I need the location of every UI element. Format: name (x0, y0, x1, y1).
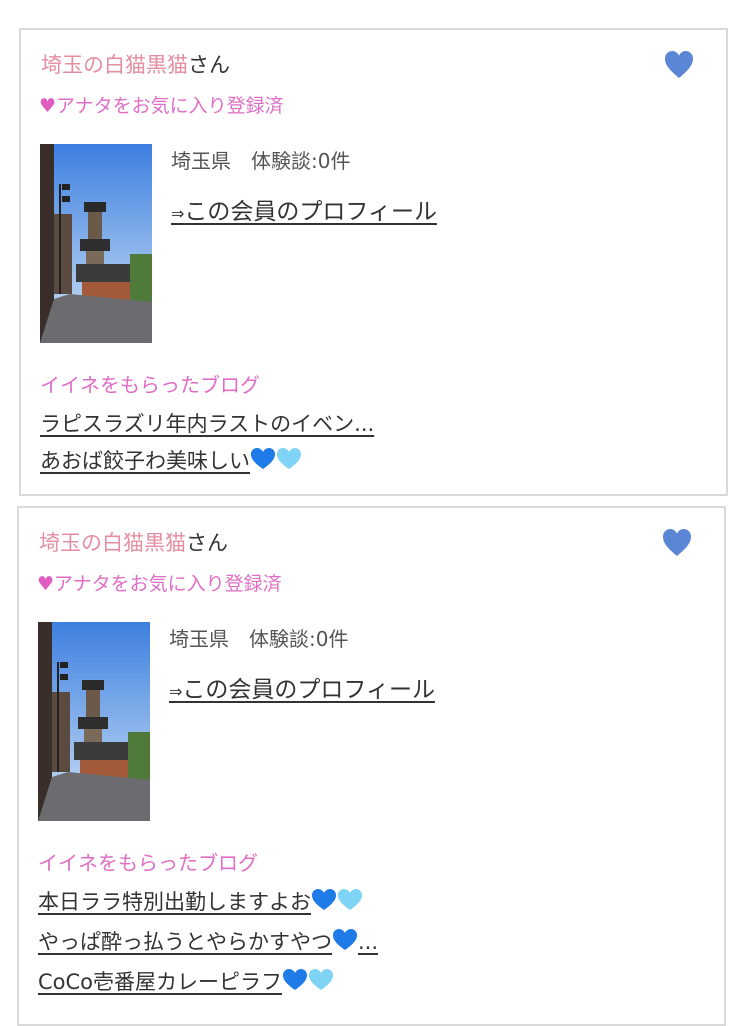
blog-link[interactable]: 本日ララ特別出勤しますよお (38, 884, 378, 924)
blog-title: CoCo壱番屋カレーピラフ (38, 970, 283, 994)
profile-link[interactable]: ⇒この会員のプロフィール (169, 674, 435, 708)
member-info: 埼玉県 体験談:0件 (169, 627, 349, 651)
blog-title: 本日ララ特別出勤しますよお (38, 890, 311, 914)
liked-blogs-heading: イイネをもらったブログ (40, 373, 260, 397)
favorite-status: ♥アナタをお気に入り登録済 (39, 92, 284, 120)
blue-heart-icon (282, 967, 308, 1004)
light-blue-heart-icon (276, 446, 302, 483)
profile-link-label: この会員のプロフィール (182, 677, 435, 703)
member-thumbnail[interactable] (38, 622, 150, 821)
blue-heart-icon (332, 927, 358, 964)
blog-title: やっぱ酔っ払うとやらかすやつ (38, 930, 332, 954)
member-thumbnail[interactable] (40, 144, 152, 343)
favorite-status: ♥アナタをお気に入り登録済 (37, 570, 282, 598)
light-blue-heart-icon (308, 967, 334, 1004)
favorite-status-text: アナタをお気に入り登録済 (54, 573, 282, 595)
blog-link[interactable]: あおば餃子わ美味しい (40, 443, 374, 483)
profile-link[interactable]: ⇒この会員のプロフィール (171, 196, 437, 230)
member-info: 埼玉県 体験談:0件 (171, 149, 351, 173)
blog-link[interactable]: ラピスラズリ年内ラストのイベン... (40, 406, 374, 443)
blog-link[interactable]: CoCo壱番屋カレーピラフ (38, 964, 378, 1004)
favorite-heart-icon[interactable] (664, 48, 694, 84)
member-card: 埼玉の白猫黒猫さん ♥アナタをお気に入り登録済 埼玉県 体験談:0件 ⇒この会員… (19, 28, 728, 496)
favorite-status-text: アナタをお気に入り登録済 (56, 95, 284, 117)
blog-title: ラピスラズリ年内ラストのイベン... (40, 412, 375, 436)
liked-blogs-list: ラピスラズリ年内ラストのイベン... あおば餃子わ美味しい (40, 406, 374, 483)
liked-blogs-heading: イイネをもらったブログ (38, 851, 258, 875)
member-name-link[interactable]: 埼玉の白猫黒猫 (41, 53, 188, 77)
blue-heart-icon (250, 446, 276, 483)
small-heart-icon: ♥ (37, 573, 55, 595)
honorific-suffix: さん (186, 531, 228, 555)
member-card: 埼玉の白猫黒猫さん ♥アナタをお気に入り登録済 埼玉県 体験談:0件 ⇒この会員… (17, 506, 726, 1026)
member-name: 埼玉の白猫黒猫さん (41, 50, 230, 80)
member-name: 埼玉の白猫黒猫さん (39, 528, 228, 558)
blog-title-ellipsis: ... (358, 930, 379, 954)
member-name-link[interactable]: 埼玉の白猫黒猫 (39, 531, 186, 555)
street-photo-image (40, 144, 152, 343)
street-photo-image (38, 622, 150, 821)
blue-heart-icon (311, 887, 337, 924)
blog-title: あおば餃子わ美味しい (40, 449, 250, 473)
blog-link[interactable]: やっぱ酔っ払うとやらかすやつ... (38, 924, 378, 964)
profile-link-label: この会員のプロフィール (184, 199, 437, 225)
honorific-suffix: さん (188, 53, 230, 77)
arrow-icon: ⇒ (171, 204, 185, 223)
arrow-icon: ⇒ (169, 682, 183, 701)
favorite-heart-icon[interactable] (662, 526, 692, 562)
light-blue-heart-icon (337, 887, 363, 924)
liked-blogs-list: 本日ララ特別出勤しますよお やっぱ酔っ払うとやらかすやつ... CoCo壱番屋カ… (38, 884, 378, 1004)
small-heart-icon: ♥ (39, 95, 57, 117)
